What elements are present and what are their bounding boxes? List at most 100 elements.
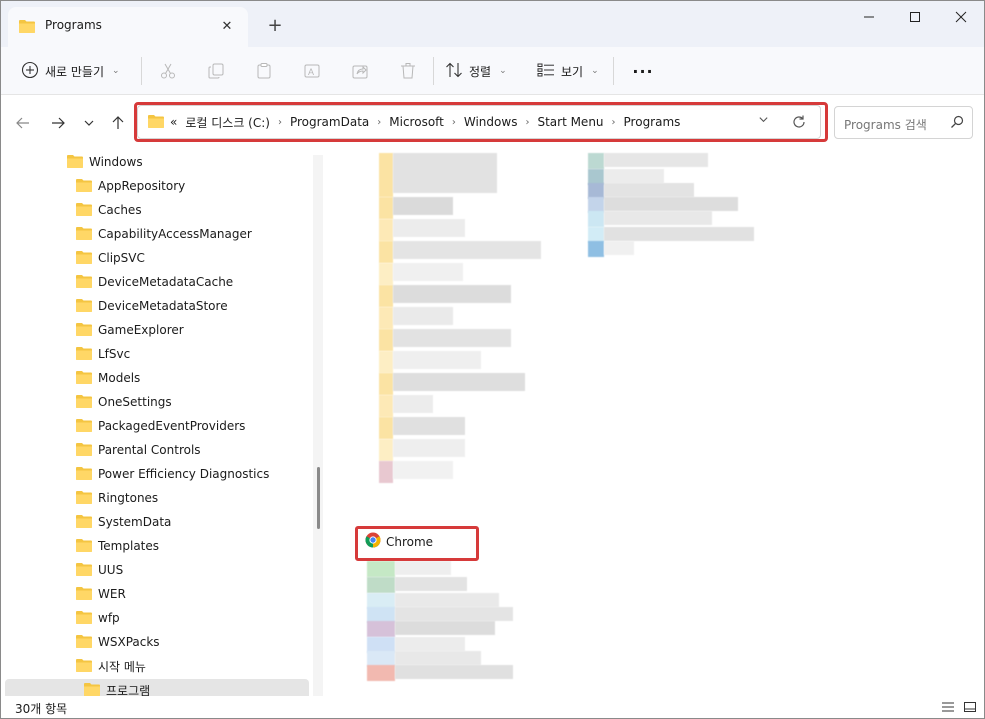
- folder-icon: [84, 682, 100, 697]
- file-list-pane: Chrome: [327, 149, 984, 696]
- delete-icon[interactable]: [394, 57, 422, 85]
- obscured-file-icon: [379, 307, 393, 329]
- sidebar-item[interactable]: Templates: [76, 534, 159, 558]
- obscured-file-icon: [379, 461, 393, 483]
- scrollbar-thumb[interactable]: [317, 467, 320, 529]
- sidebar-item[interactable]: GameExplorer: [76, 318, 184, 342]
- folder-icon: [76, 298, 92, 315]
- search-input[interactable]: Programs 검색: [834, 106, 973, 139]
- obscured-file-name: [393, 395, 433, 413]
- obscured-file-icon: [379, 417, 393, 439]
- search-placeholder: Programs 검색: [844, 118, 927, 132]
- more-options-button[interactable]: ···: [627, 55, 659, 87]
- sidebar-item[interactable]: Models: [76, 366, 140, 390]
- folder-icon: [76, 202, 92, 219]
- sidebar-item[interactable]: WSXPacks: [76, 630, 160, 654]
- obscured-file-name: [393, 153, 497, 193]
- sidebar-item[interactable]: WER: [76, 582, 126, 606]
- obscured-file-name: [393, 219, 465, 237]
- minimize-button[interactable]: [846, 1, 892, 33]
- sidebar-item[interactable]: UUS: [76, 558, 123, 582]
- sidebar-item-label: UUS: [98, 563, 124, 577]
- sidebar-item[interactable]: CapabilityAccessManager: [76, 222, 252, 246]
- up-arrow-icon[interactable]: [105, 110, 131, 136]
- sidebar-item[interactable]: 프로그램: [84, 678, 150, 696]
- sidebar-item[interactable]: Windows: [67, 150, 143, 174]
- obscured-file-name: [604, 241, 634, 255]
- close-window-button[interactable]: [938, 1, 984, 33]
- search-icon: [950, 115, 964, 132]
- obscured-file-icon: [367, 577, 395, 593]
- forward-arrow-icon[interactable]: [45, 110, 71, 136]
- sidebar-item[interactable]: Parental Controls: [76, 438, 201, 462]
- obscured-file-icon: [588, 153, 604, 169]
- obscured-file-icon: [379, 241, 393, 263]
- scrollbar-track[interactable]: [313, 155, 323, 696]
- folder-icon: [76, 658, 92, 675]
- folder-icon: [76, 322, 92, 339]
- obscured-file-name: [393, 351, 481, 369]
- sidebar-item[interactable]: DeviceMetadataCache: [76, 270, 233, 294]
- sidebar-item-label: WSXPacks: [98, 635, 160, 649]
- sidebar-item[interactable]: DeviceMetadataStore: [76, 294, 228, 318]
- sidebar-item[interactable]: PackagedEventProviders: [76, 414, 245, 438]
- folder-icon: [76, 586, 92, 603]
- toolbar-divider: [613, 57, 614, 85]
- sidebar-item-label: Templates: [98, 539, 160, 553]
- details-view-icon[interactable]: [939, 699, 957, 715]
- sidebar-item-label: PackagedEventProviders: [98, 419, 246, 433]
- sidebar-item[interactable]: Ringtones: [76, 486, 158, 510]
- cut-icon[interactable]: [154, 57, 182, 85]
- close-tab-icon[interactable]: ✕: [214, 13, 240, 39]
- sidebar-item-label: WER: [98, 587, 126, 601]
- tab-programs[interactable]: Programs ✕: [8, 7, 248, 47]
- obscured-file-name: [395, 577, 467, 591]
- sidebar-item[interactable]: LfSvc: [76, 342, 130, 366]
- sidebar-item-label: Windows: [89, 155, 143, 169]
- address-highlight-box: [134, 102, 828, 142]
- share-icon[interactable]: [346, 57, 374, 85]
- svg-text:A: A: [308, 67, 314, 77]
- folder-icon: [67, 154, 83, 171]
- new-item-button[interactable]: 새로 만들기 ⌄: [15, 55, 126, 87]
- sidebar-item[interactable]: AppRepository: [76, 174, 185, 198]
- sidebar-item[interactable]: SystemData: [76, 510, 171, 534]
- obscured-file-name: [604, 183, 694, 197]
- folder-icon: [76, 394, 92, 411]
- obscured-file-name: [604, 211, 712, 225]
- rename-icon[interactable]: A: [298, 57, 326, 85]
- tiles-view-icon[interactable]: [961, 699, 979, 715]
- obscured-file-name: [604, 197, 738, 211]
- sidebar-item[interactable]: wfp: [76, 606, 120, 630]
- plus-circle-icon: [21, 61, 39, 82]
- sidebar-item-label: Models: [98, 371, 141, 385]
- recent-locations-icon[interactable]: [76, 110, 102, 136]
- sidebar-item[interactable]: Power Efficiency Diagnostics: [76, 462, 269, 486]
- selected-row-highlight: [5, 679, 309, 696]
- maximize-button[interactable]: [892, 1, 938, 33]
- sidebar-item[interactable]: Caches: [76, 198, 142, 222]
- obscured-file-icon: [588, 241, 604, 257]
- sidebar-item[interactable]: ClipSVC: [76, 246, 145, 270]
- new-item-label: 새로 만들기: [45, 64, 105, 79]
- folder-icon: [19, 19, 35, 36]
- obscured-file-name: [395, 637, 465, 651]
- paste-icon[interactable]: [250, 57, 278, 85]
- sidebar-item[interactable]: 시작 메뉴: [76, 654, 146, 678]
- list-view-icon: [537, 63, 555, 80]
- sidebar-item[interactable]: OneSettings: [76, 390, 172, 414]
- folder-icon: [76, 178, 92, 195]
- obscured-file-name: [393, 197, 453, 215]
- obscured-file-name: [393, 285, 511, 303]
- sort-button[interactable]: 정렬 ⌄: [445, 55, 507, 87]
- back-arrow-icon[interactable]: [10, 110, 36, 136]
- item-count: 30개 항목: [15, 702, 68, 716]
- copy-icon[interactable]: [202, 57, 230, 85]
- folder-icon: [76, 562, 92, 579]
- status-bar: 30개 항목: [1, 696, 984, 718]
- obscured-file-name: [393, 373, 525, 391]
- view-button[interactable]: 보기 ⌄: [537, 55, 599, 87]
- new-tab-button[interactable]: +: [263, 13, 287, 37]
- navigation-pane: Windows AppRepository Caches CapabilityAcce…: [1, 149, 326, 696]
- obscured-file-name: [393, 417, 465, 435]
